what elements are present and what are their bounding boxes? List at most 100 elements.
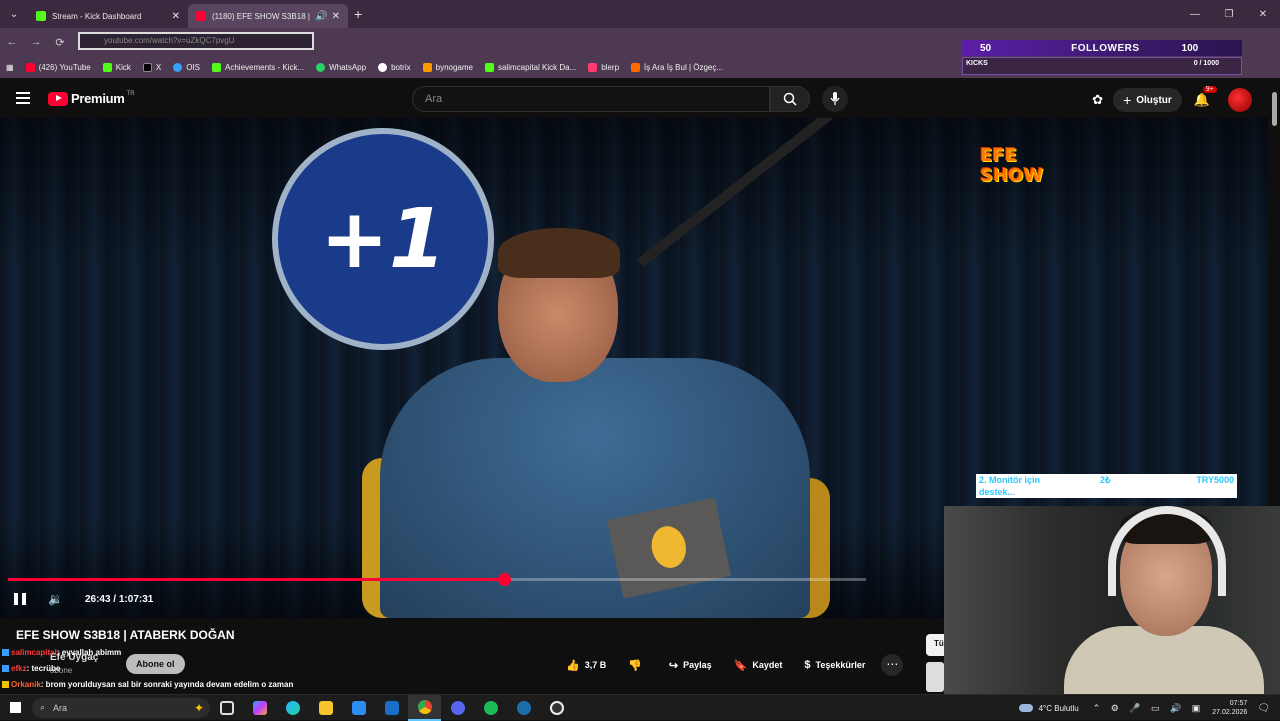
steam-icon[interactable] [507, 695, 540, 721]
like-button[interactable]: 👍 3,7 B [560, 654, 612, 676]
youtube-icon [25, 62, 35, 72]
voice-search-button[interactable] [822, 86, 848, 112]
kick-icon [36, 11, 46, 21]
volume-icon[interactable]: 🔉 [48, 592, 63, 606]
tray-icons[interactable]: ⌃ ⚙ 🎤 ▭ 🔊 ▣ [1093, 703, 1205, 714]
plus-icon: + [1123, 92, 1132, 108]
badge-icon [2, 649, 9, 657]
youtube-icon [48, 91, 68, 106]
pause-button[interactable] [14, 593, 26, 605]
more-actions-button[interactable]: ⋯ [881, 654, 904, 676]
bookmark-salimcapital[interactable]: salimcapital Kick Da... [484, 62, 576, 72]
tab-kick-dashboard[interactable]: Stream - Kick Dashboard ✕ [28, 4, 188, 28]
guest-figure [360, 228, 840, 618]
mail-icon[interactable] [375, 695, 408, 721]
edge-icon[interactable] [276, 695, 309, 721]
thanks-button[interactable]: $ Teşekkürler [798, 654, 871, 676]
close-icon[interactable]: ✕ [172, 11, 180, 22]
share-button[interactable]: ↪ Paylaş [663, 654, 718, 676]
tab-search-button[interactable]: ⌄ [0, 0, 28, 28]
new-tab-button[interactable]: + [354, 6, 362, 22]
windows-start-icon[interactable] [0, 695, 30, 721]
back-button[interactable]: ← [0, 36, 24, 48]
copilot-icon[interactable] [243, 695, 276, 721]
obs-icon[interactable] [540, 695, 573, 721]
tab-youtube-video[interactable]: (1180) EFE SHOW S3B18 | A 🔊 ✕ [188, 4, 348, 28]
chat-message: Orkanik: brom yorulduysan sal bir sonrak… [2, 680, 293, 689]
tab-title: Stream - Kick Dashboard [52, 11, 142, 21]
bookmark-whatsapp[interactable]: WhatsApp [316, 62, 367, 72]
minimize-button[interactable]: — [1178, 0, 1212, 28]
file-explorer-icon[interactable] [309, 695, 342, 721]
video-title: EFE SHOW S3B18 | ATABERK DOĞAN [16, 628, 235, 642]
store-icon[interactable] [342, 695, 375, 721]
bookmark-kick[interactable]: Kick [102, 62, 131, 72]
bookmark-x[interactable]: X [142, 62, 161, 72]
chat-user: Orkanik [11, 680, 41, 689]
audio-icon[interactable]: 🔊 [315, 11, 327, 22]
url-input[interactable]: youtube.com/watch?v=uZkQC7pvgU [78, 32, 314, 50]
progress-knob[interactable] [497, 573, 511, 586]
bookmark-job[interactable]: İş Ara İş Bul | Özgeç... [631, 62, 723, 72]
clock-date: 27.02.2026 [1212, 709, 1248, 716]
bookmark-label: Achievements - Kick... [225, 62, 305, 72]
clock[interactable]: 07:57 27.02.2026 [1212, 699, 1247, 717]
weather-widget[interactable]: 4°C Bulutlu [1018, 704, 1079, 713]
chip-all[interactable]: Tü [926, 634, 946, 656]
windows-taskbar: ⌕ Ara ✦ 4°C Bulutlu ⌃ ⚙ 🎤 ▭ 🔊 ▣ 07:57 27… [0, 694, 1280, 721]
whatsapp-icon [316, 62, 326, 72]
followers-label: FOLLOWERS [1071, 42, 1140, 54]
search-button[interactable] [770, 86, 810, 112]
bookmark-bynogame[interactable]: bynogame [422, 62, 473, 72]
time-total: 1:07:31 [118, 593, 154, 605]
save-icon: 🔖 [733, 659, 748, 672]
system-tray: 4°C Bulutlu ⌃ ⚙ 🎤 ▭ 🔊 ▣ 07:57 27.02.2026… [1018, 695, 1280, 721]
bookmark-botrix[interactable]: botrix [378, 62, 411, 72]
search-input[interactable]: Ara [412, 86, 770, 112]
taskbar-search[interactable]: ⌕ Ara ✦ [32, 697, 210, 718]
maximize-button[interactable]: ❐ [1212, 0, 1246, 28]
task-view-icon[interactable] [210, 695, 243, 721]
create-button[interactable]: + Oluştur [1113, 88, 1182, 112]
close-icon[interactable]: ✕ [332, 11, 340, 22]
avatar[interactable] [1228, 88, 1252, 112]
chrome-icon[interactable] [408, 694, 441, 721]
player-controls: 🔉 26:43 / 1:07:31 [0, 588, 153, 610]
header-actions: ✿ + Oluştur 🔔 9+ [1092, 86, 1252, 112]
menu-icon[interactable] [16, 92, 30, 104]
chat-user: salimcapital [11, 648, 57, 657]
kick-icon [102, 62, 112, 72]
reload-button[interactable]: ⟳ [48, 36, 72, 49]
forward-button[interactable]: → [24, 36, 48, 48]
progress-bar[interactable] [8, 573, 866, 586]
bookmark-ois[interactable]: OIS [173, 62, 201, 72]
bookmark-label: (426) YouTube [38, 62, 91, 72]
subscribe-button[interactable]: Abone ol [126, 654, 185, 674]
scroll-thumb[interactable] [1272, 92, 1277, 126]
notification-center-icon[interactable]: 🗨 [1257, 703, 1270, 714]
bookmark-achievements[interactable]: Achievements - Kick... [212, 62, 305, 72]
spotify-icon[interactable] [474, 695, 507, 721]
youtube-header: Premium TR Ara ✿ + Oluştur 🔔 9+ [0, 80, 1280, 118]
notifications-button[interactable]: 🔔 9+ [1194, 86, 1217, 109]
sparkle-icon: ✦ [193, 700, 204, 715]
extension-icon[interactable]: ✿ [1092, 92, 1103, 108]
apps-icon[interactable]: ▦ [6, 63, 14, 72]
youtube-logo[interactable]: Premium TR [48, 91, 135, 106]
dislike-button[interactable]: 👎 [622, 654, 653, 676]
discord-icon[interactable] [441, 695, 474, 721]
thumbs-up-icon: 👍 [566, 659, 580, 672]
save-button[interactable]: 🔖 Kaydet [728, 654, 789, 676]
tab-title: (1180) EFE SHOW S3B18 | A [212, 11, 312, 21]
video-actions: 👍 3,7 B 👎 ↪ Paylaş 🔖 Kaydet $ Teşekkürler ⋯ [560, 654, 904, 676]
efe-logo-line1: EFE [980, 145, 1017, 166]
bookmark-blerp[interactable]: blerp [588, 62, 619, 72]
bookmark-label: OIS [186, 62, 201, 72]
chat-message: salimcapital: eyvallah abimm [2, 648, 121, 657]
search-icon [783, 92, 797, 106]
bookmark-youtube[interactable]: (426) YouTube [25, 62, 91, 72]
bookmark-label: WhatsApp [329, 62, 367, 72]
recommended-thumbnail[interactable] [926, 662, 944, 692]
efe-show-logo: EFE SHOW [980, 146, 1048, 194]
close-window-button[interactable]: ✕ [1246, 0, 1280, 28]
